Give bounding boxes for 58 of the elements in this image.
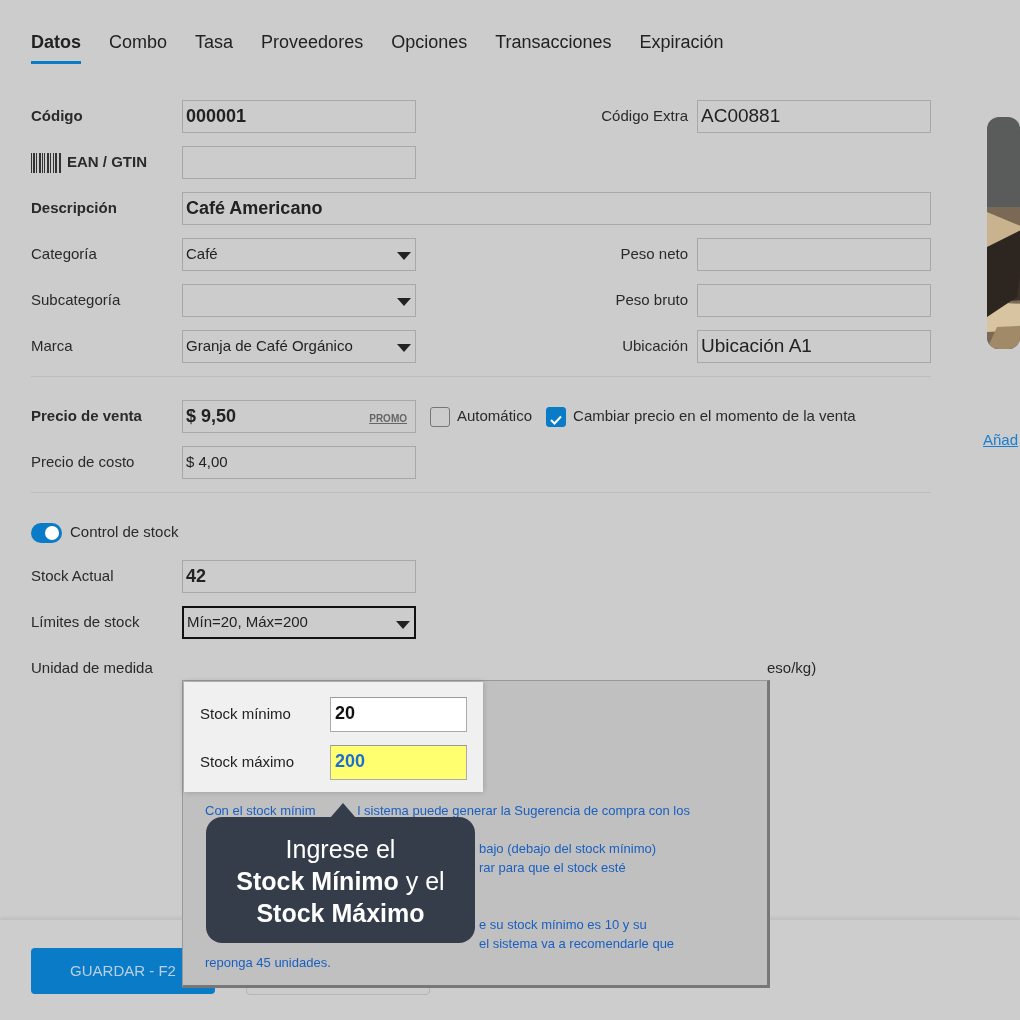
input-field[interactable] (697, 284, 931, 317)
tooltip: Ingrese el Stock Mínimo y el Stock Máximo (206, 817, 475, 943)
tab[interactable]: Proveedores (261, 28, 364, 64)
field-label: Descripción (31, 198, 117, 219)
field-label: Límites de stock (31, 612, 140, 633)
dropdown-field[interactable]: Granja de Café Orgánico (182, 330, 416, 363)
tab[interactable]: Tasa (195, 28, 234, 64)
input-field[interactable]: $ 9,50 PROMO (182, 400, 416, 433)
tab[interactable]: Transacciones (495, 28, 612, 64)
field-label: Peso bruto (615, 290, 689, 311)
input-field[interactable] (182, 146, 416, 179)
unit-text: eso/kg) (766, 658, 818, 679)
tab[interactable]: Expiración (639, 28, 724, 64)
input-field[interactable]: 000001 (182, 100, 416, 133)
field-label: Precio de venta (31, 406, 142, 427)
caret-icon (397, 344, 411, 352)
caret-icon (396, 621, 410, 629)
dropdown-field[interactable]: Mín=20, Máx=200 (182, 606, 416, 639)
help-text: e su stock mínimo es 10 y su (479, 916, 647, 934)
tab[interactable]: Combo (109, 28, 168, 64)
caret-icon (397, 252, 411, 260)
barcode-icon (31, 152, 61, 173)
field-label: Marca (31, 336, 73, 357)
field-label: Código (31, 106, 83, 127)
help-text: bajo (debajo del stock mínimo) (479, 840, 657, 858)
input-field[interactable]: Café Americano (182, 192, 931, 225)
field-label: Categoría (31, 244, 97, 265)
tab[interactable]: Opciones (391, 28, 468, 64)
checkbox[interactable]: Automático (430, 405, 533, 428)
input-field[interactable]: AC00881 (697, 100, 931, 133)
dropdown-field[interactable]: Café (182, 238, 416, 271)
field-label: Stock máximo (200, 752, 296, 773)
toggle-switch[interactable] (31, 522, 62, 543)
field-label: Precio de costo (31, 452, 135, 473)
help-text: rar para que el stock esté (479, 859, 626, 877)
input-field[interactable]: 200 (330, 745, 467, 780)
toggle-label: Control de stock (70, 522, 179, 543)
checkbox[interactable]: Cambiar precio en el momento de la venta (546, 405, 856, 428)
field-label: Stock mínimo (200, 704, 292, 725)
help-text: Con el stock mínim (205, 802, 316, 820)
field-label: Peso neto (620, 244, 689, 265)
dropdown-field[interactable] (182, 284, 416, 317)
input-field[interactable]: 42 (182, 560, 416, 593)
field-label: Código Extra (601, 106, 689, 127)
help-text: l sistema puede generar la Sugerencia de compra con los (357, 802, 690, 820)
tab[interactable]: Datos (31, 28, 81, 64)
field-label: Unidad de medida (31, 658, 153, 679)
field-label: Ubicación (622, 336, 689, 357)
promo-link[interactable]: PROMO (369, 411, 407, 426)
input-field[interactable] (697, 238, 931, 271)
field-label: Subcategoría (31, 290, 121, 311)
input-field[interactable]: $ 4,00 (182, 446, 416, 479)
input-field[interactable]: 20 (330, 697, 467, 732)
field-label: EAN / GTIN (67, 152, 147, 173)
field-label: Stock Actual (31, 566, 114, 587)
help-text: el sistema va a recomendarle que (479, 935, 675, 953)
input-field[interactable]: Ubicación A1 (697, 330, 931, 363)
caret-icon (397, 298, 411, 306)
